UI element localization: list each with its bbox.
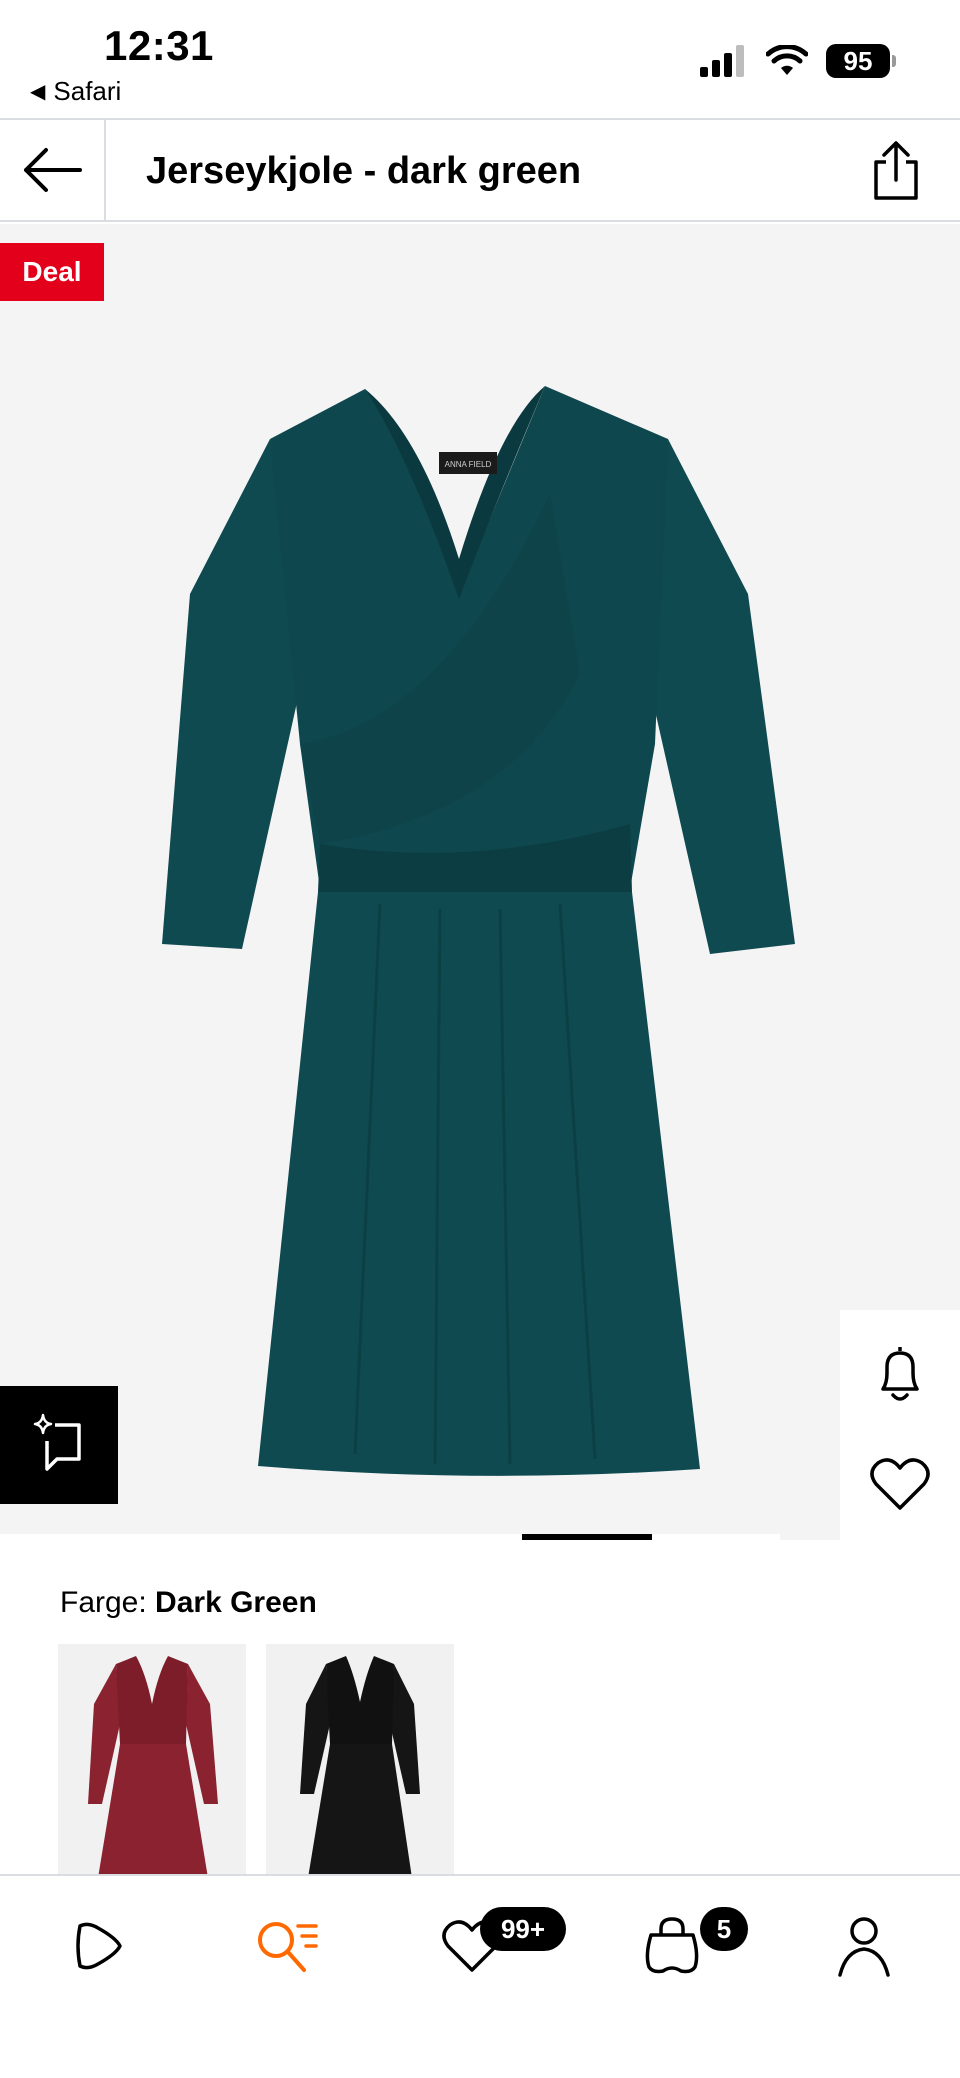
color-thumbnail-red[interactable] [58,1644,246,1878]
black-dress-thumbnail-image [300,1656,420,1878]
deal-badge: Deal [0,243,104,301]
back-app-label: Safari [53,76,122,106]
top-nav-bar: Jerseykjole - dark green [0,118,960,222]
tab-home[interactable] [37,1906,157,1986]
home-play-icon [76,1922,122,1970]
side-action-panel [840,1310,960,1540]
notify-button[interactable] [870,1340,930,1406]
wishlist-count-badge: 99+ [480,1907,566,1951]
user-icon [838,1917,890,1977]
app-root: 12:31 ◀ Safari 95 Jerseykjole - dark gre… [0,0,960,2078]
status-icons: 95 [700,44,896,78]
battery-cap [892,55,896,67]
tab-profile[interactable] [804,1906,924,1986]
color-selection: Farge: Dark Green [0,1540,960,1880]
bell-icon [881,1347,919,1401]
brand-label-text: ANNA FIELD [445,460,492,469]
search-icon [258,1922,318,1972]
page-title: Jerseykjole - dark green [146,150,582,192]
wifi-icon [766,45,808,75]
back-to-safari-link[interactable]: ◀ Safari [30,76,121,107]
heart-icon [870,1458,930,1510]
tab-wishlist[interactable]: 99+ [412,1906,566,1986]
color-thumbnail-black[interactable] [266,1644,454,1878]
color-label-prefix: Farge: [60,1586,156,1619]
red-dress-thumbnail-image [88,1656,218,1878]
arrow-left-icon [24,148,82,192]
share-button[interactable] [866,138,926,204]
back-triangle-icon: ◀ [30,81,46,103]
wishlist-button[interactable] [866,1452,934,1516]
tab-search[interactable] [227,1906,347,1986]
bottom-tab-bar: 99+ 5 [0,1874,960,2078]
sparkle-scan-icon [33,1413,81,1471]
battery-level: 95 [826,44,890,78]
color-label: Farge: Dark Green [60,1586,317,1620]
product-image-dress[interactable]: ANNA FIELD [150,344,800,1484]
shopping-bag-icon [645,1917,699,1974]
selected-color-name: Dark Green [155,1586,317,1619]
product-image-gallery[interactable]: Deal ANNA FIELD [0,224,960,1540]
bag-count-badge: 5 [700,1907,748,1951]
back-button[interactable] [0,120,106,220]
share-icon [874,141,918,200]
status-bar: 12:31 ◀ Safari 95 [0,0,960,118]
battery-indicator: 95 [826,44,896,78]
cellular-signal-icon [700,45,744,77]
status-time: 12:31 [104,22,214,69]
tab-bag[interactable]: 5 [612,1906,748,1986]
find-similar-button[interactable] [0,1386,118,1504]
